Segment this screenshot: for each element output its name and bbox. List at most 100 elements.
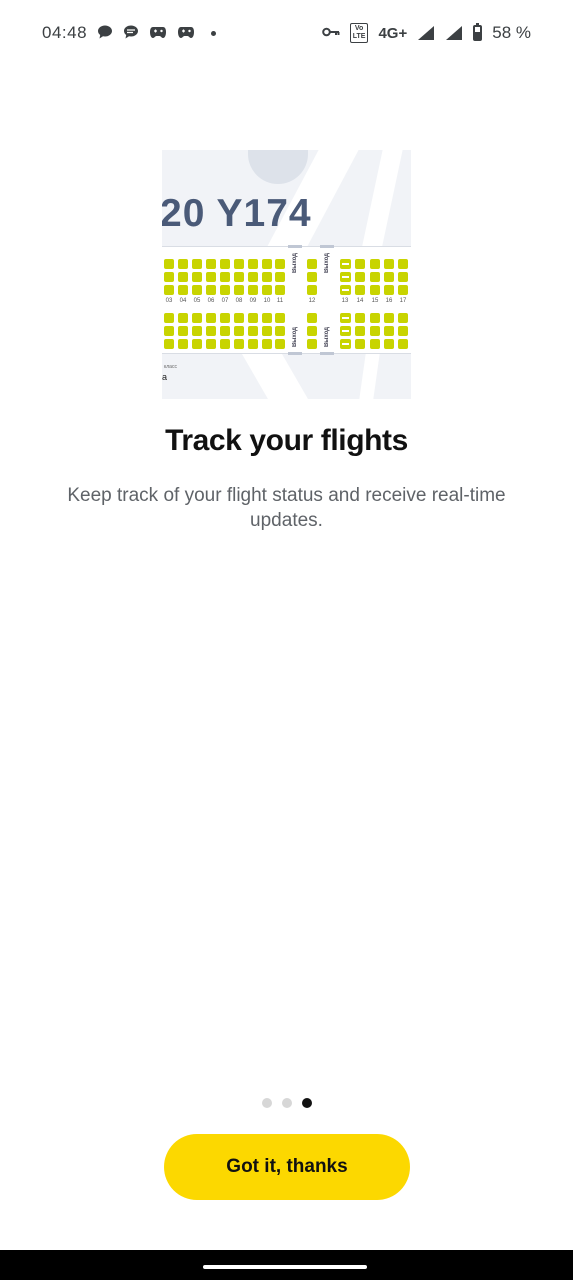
- seat: [384, 326, 394, 336]
- vpn-key-icon: [321, 26, 340, 41]
- home-indicator[interactable]: [203, 1265, 367, 1269]
- seat: [355, 285, 365, 295]
- seat: [355, 313, 365, 323]
- exit-label: Выход: [292, 327, 298, 348]
- seat: [370, 326, 380, 336]
- row-number: 13: [341, 298, 349, 304]
- seat: [340, 285, 351, 295]
- row-number: 17: [399, 298, 407, 304]
- onboarding-title: Track your flights: [165, 424, 408, 457]
- cabin-seat-map: 03 04 05 06 07 08 09 10 11 12 13 14 15 16 17 Выход Выход…: [162, 245, 411, 355]
- seat: [178, 326, 188, 336]
- seat: [307, 259, 317, 269]
- seat: [275, 259, 285, 269]
- seat: [370, 259, 380, 269]
- seat: [192, 313, 202, 323]
- row-number: 11: [276, 298, 284, 304]
- seat: [248, 339, 258, 349]
- got-it-button[interactable]: Got it, thanks: [164, 1134, 410, 1200]
- seat: [384, 313, 394, 323]
- seat: [398, 285, 408, 295]
- row-number: 10: [263, 298, 271, 304]
- seat: [262, 313, 272, 323]
- exit-label: Выход: [292, 253, 298, 274]
- seat: [307, 272, 317, 282]
- status-right: Vo LTE 4G+ 58 %: [321, 23, 531, 43]
- seat: [178, 259, 188, 269]
- seat: [178, 313, 188, 323]
- exit-door-marker: [320, 245, 334, 248]
- game-controller-icon: [149, 24, 167, 43]
- row-number: 16: [385, 298, 393, 304]
- exit-door-marker: [288, 245, 302, 248]
- seat: [192, 326, 202, 336]
- seat: [178, 272, 188, 282]
- seat: [355, 259, 365, 269]
- volte-line1: Vo: [354, 25, 364, 32]
- chat-bubble-icon: [123, 24, 139, 43]
- seat: [248, 285, 258, 295]
- seat: [164, 326, 174, 336]
- status-left: 04:48: [42, 23, 217, 43]
- seat: [398, 339, 408, 349]
- seat: [248, 259, 258, 269]
- aircraft-code: 20 Y174: [162, 192, 312, 235]
- seat: [370, 272, 380, 282]
- seat: [384, 339, 394, 349]
- seat: [248, 326, 258, 336]
- seat: [220, 313, 230, 323]
- seat: [220, 259, 230, 269]
- row-number: 04: [179, 298, 187, 304]
- seat: [192, 339, 202, 349]
- seat: [234, 272, 244, 282]
- seat: [178, 339, 188, 349]
- seat: [370, 339, 380, 349]
- seat: [206, 339, 216, 349]
- seat: [340, 259, 351, 269]
- page-indicator: [0, 1098, 573, 1108]
- seat: [206, 259, 216, 269]
- exit-door-marker: [320, 352, 334, 355]
- seat: [262, 259, 272, 269]
- seat: [220, 339, 230, 349]
- seat: [370, 285, 380, 295]
- row-number: 12: [308, 298, 316, 304]
- seat: [178, 285, 188, 295]
- battery-percent: 58 %: [492, 23, 531, 42]
- volte-icon: Vo LTE: [349, 23, 369, 43]
- seat: [275, 285, 285, 295]
- status-bar: 04:48 Vo LTE 4G+ 58 %: [0, 0, 573, 66]
- row-number: 05: [193, 298, 201, 304]
- seat: [234, 313, 244, 323]
- seat: [164, 313, 174, 323]
- seat: [340, 272, 351, 282]
- network-type: 4G+: [378, 24, 408, 42]
- row-number: 15: [371, 298, 379, 304]
- seat: [384, 285, 394, 295]
- row-number: 14: [356, 298, 364, 304]
- row-number: 06: [207, 298, 215, 304]
- seat: [307, 326, 317, 336]
- seat: [355, 326, 365, 336]
- seat: [355, 339, 365, 349]
- seat: [262, 326, 272, 336]
- seat: [262, 272, 272, 282]
- seat: [206, 313, 216, 323]
- seat: [164, 339, 174, 349]
- seat: [275, 272, 285, 282]
- status-time: 04:48: [42, 23, 88, 42]
- class-label: класс: [164, 364, 177, 370]
- illustration-shape: [359, 150, 405, 260]
- seat: [340, 339, 351, 349]
- exit-label: Выход: [324, 253, 330, 274]
- seat: [398, 259, 408, 269]
- seat: [275, 326, 285, 336]
- signal-icon: [418, 26, 435, 40]
- volte-line2: LTE: [352, 33, 366, 40]
- seat: [206, 326, 216, 336]
- signal-icon: [446, 26, 463, 40]
- onboarding-description: Keep track of your flight status and rec…: [67, 485, 506, 531]
- game-controller-icon: [177, 24, 195, 43]
- row-number: 03: [165, 298, 173, 304]
- seat: [220, 326, 230, 336]
